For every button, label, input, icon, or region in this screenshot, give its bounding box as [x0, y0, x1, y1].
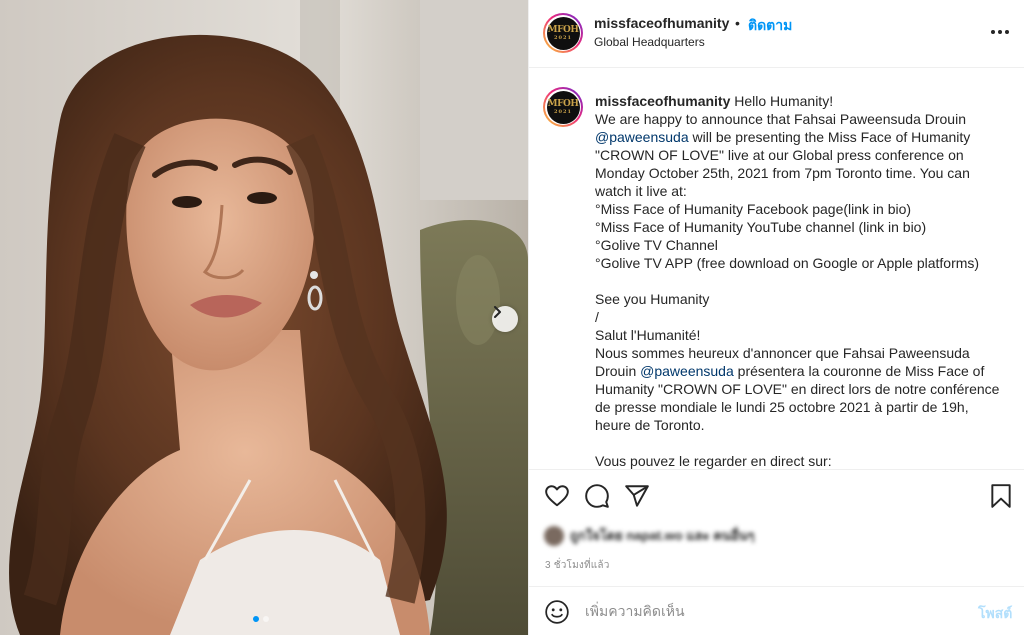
separator-dot: • [735, 15, 740, 31]
mfoh-logo: MFOH 2021 [546, 16, 580, 50]
caption-avatar[interactable]: MFOH 2021 [543, 87, 583, 127]
share-icon[interactable] [624, 483, 650, 509]
more-options-button[interactable] [989, 22, 1011, 42]
carousel-dot [263, 616, 269, 622]
more-options-icon [991, 30, 995, 34]
comment-input[interactable] [585, 600, 945, 622]
actions-section: ถูกใจโดย napat.wo และ คนอื่นๆ 3 ชั่วโมงท… [529, 469, 1024, 586]
bookmark-icon[interactable] [988, 483, 1014, 509]
caption-username[interactable]: missfaceofhumanity [595, 93, 730, 109]
likes-summary[interactable]: ถูกใจโดย napat.wo และ คนอื่นๆ [544, 525, 755, 546]
carousel-indicator [253, 616, 269, 622]
post-details-pane: MFOH 2021 missfaceofhumanity • ติดตาม Gl… [528, 0, 1024, 635]
mfoh-logo: MFOH 2021 [546, 90, 580, 124]
post-comment-button[interactable]: โพสต์ [978, 603, 1012, 625]
likes-text: ถูกใจโดย napat.wo และ คนอื่นๆ [570, 528, 755, 543]
caption-text: missfaceofhumanity Hello Humanity! We ar… [595, 92, 1007, 469]
mention-link[interactable]: @paweensuda [640, 363, 734, 379]
heart-icon[interactable] [544, 483, 570, 509]
emoji-icon[interactable] [544, 599, 570, 625]
liker-avatar [544, 525, 564, 546]
comment-icon[interactable] [584, 483, 610, 509]
caption-body: will be presenting the Miss Face of Huma… [595, 129, 980, 379]
follow-button[interactable]: ติดตาม [748, 15, 792, 37]
portrait-image [0, 0, 528, 635]
mention-link[interactable]: @paweensuda [595, 129, 689, 145]
comment-bar: โพสต์ [529, 586, 1024, 635]
avatar[interactable]: MFOH 2021 [543, 13, 583, 53]
chevron-right-icon [494, 306, 501, 318]
username-link[interactable]: missfaceofhumanity [594, 15, 729, 31]
location-link[interactable]: Global Headquarters [594, 35, 705, 49]
carousel-next-button[interactable] [492, 306, 518, 332]
post-header: MFOH 2021 missfaceofhumanity • ติดตาม Gl… [529, 0, 1024, 68]
caption-section: MFOH 2021 missfaceofhumanity Hello Human… [529, 69, 1024, 469]
carousel-dot-active [253, 616, 259, 622]
post-photo[interactable] [0, 0, 528, 635]
post-timestamp[interactable]: 3 ชั่วโมงที่แล้ว [545, 558, 610, 573]
